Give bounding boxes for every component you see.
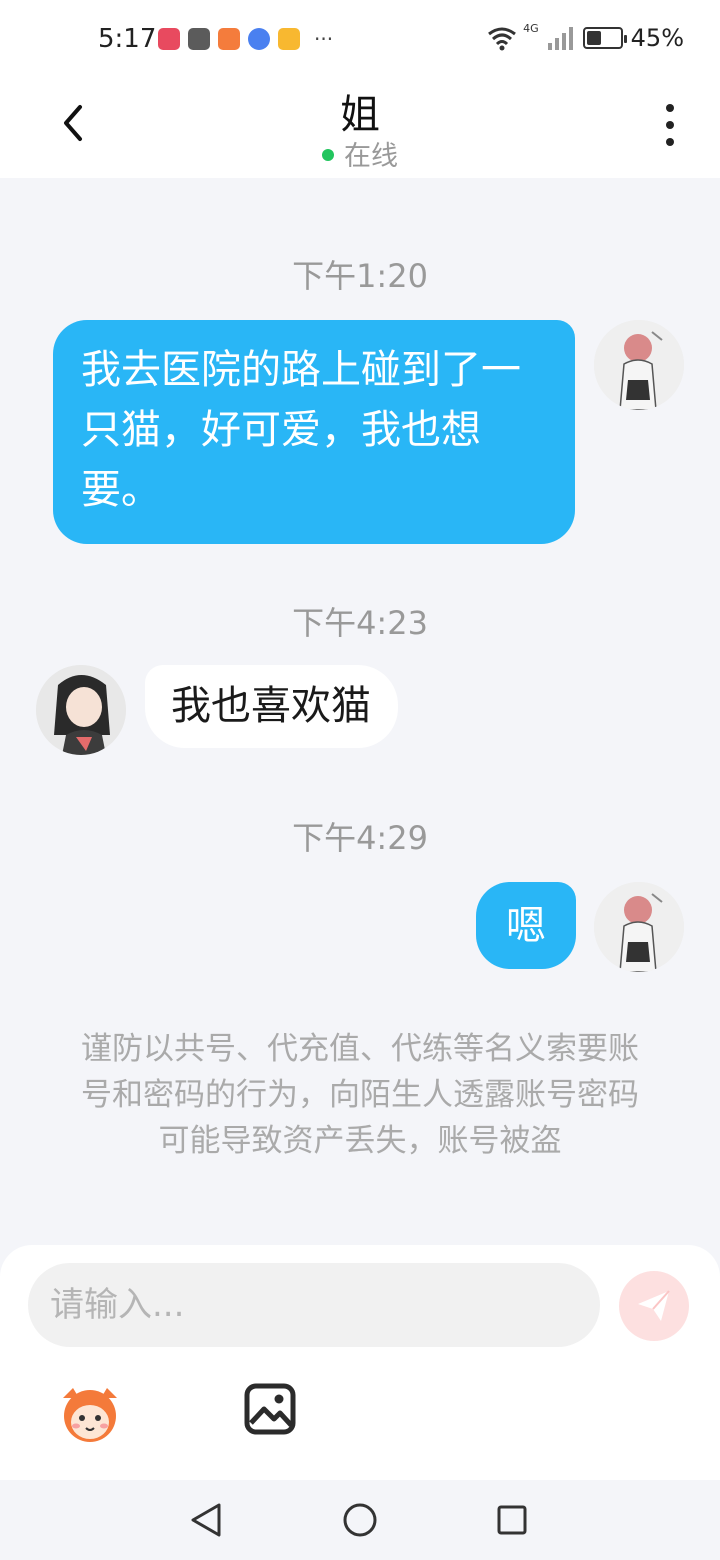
outgoing-message-bubble[interactable]: 嗯 <box>476 882 576 969</box>
circle-home-icon <box>343 1503 377 1537</box>
mascot-emoji-icon <box>63 1388 117 1442</box>
sticker-button[interactable] <box>55 1378 125 1448</box>
contact-name: 姐 <box>340 92 380 138</box>
chat-header: 姐 在线 <box>0 80 720 178</box>
nav-home-button[interactable] <box>340 1500 380 1540</box>
more-dot-icon <box>666 121 674 129</box>
image-button[interactable] <box>244 1383 296 1435</box>
status-right: 4G 45% <box>487 21 684 52</box>
battery-level <box>586 31 601 45</box>
more-dot-icon <box>666 138 674 146</box>
chat-screen: 5:17 ··· 4G 45% 姐 在线 下午1:20 我去医院的路上碰到了一只… <box>0 0 720 1560</box>
online-status: 在线 <box>0 134 720 173</box>
message-timestamp: 下午1:20 <box>292 257 428 295</box>
more-notifications-icon: ··· <box>314 27 334 51</box>
battery-icon <box>582 27 627 49</box>
wifi-icon <box>488 27 517 51</box>
outgoing-message-bubble[interactable]: 我去医院的路上碰到了一只猫，好可爱，我也想要。 <box>53 320 575 544</box>
security-notice: 谨防以共号、代充值、代练等名义索要账号和密码的行为，向陌生人透露账号密码可能导致… <box>81 1031 639 1159</box>
message-timestamp: 下午4:29 <box>292 819 428 857</box>
my-avatar[interactable] <box>594 320 684 410</box>
books-app-icon <box>158 28 180 50</box>
video-app-icon <box>218 28 240 50</box>
online-indicator-icon <box>322 148 334 161</box>
image-icon <box>244 1383 296 1435</box>
send-button[interactable] <box>619 1271 689 1341</box>
contact-avatar[interactable] <box>36 665 126 755</box>
status-bar: 5:17 ··· 4G 45% <box>0 0 720 80</box>
network-type-label: 4G <box>523 21 539 35</box>
square-recents-icon <box>497 1505 527 1535</box>
my-avatar[interactable] <box>594 882 684 972</box>
battery-percent: 45% <box>630 24 684 52</box>
notification-icons: ··· <box>158 28 333 50</box>
nav-back-button[interactable] <box>186 1500 226 1540</box>
triangle-back-icon <box>191 1503 221 1537</box>
incoming-message-bubble[interactable]: 我也喜欢猫 <box>145 665 398 748</box>
avatar-image <box>594 320 684 410</box>
signal-icon <box>547 27 573 50</box>
nav-recents-button[interactable] <box>492 1500 532 1540</box>
avatar-image <box>36 665 126 755</box>
music-app-icon <box>248 28 270 50</box>
input-panel <box>0 1245 720 1480</box>
online-status-label: 在线 <box>344 141 398 172</box>
message-timestamp: 下午4:23 <box>292 604 428 642</box>
system-nav-bar <box>0 1480 720 1560</box>
status-time: 5:17 <box>98 24 157 54</box>
notes-app-icon <box>278 28 300 50</box>
message-input[interactable] <box>28 1263 600 1347</box>
huawei-app-icon <box>188 28 210 50</box>
more-dot-icon <box>666 104 674 112</box>
more-options-button[interactable] <box>650 102 690 148</box>
avatar-image <box>594 882 684 972</box>
send-icon <box>638 1290 670 1321</box>
